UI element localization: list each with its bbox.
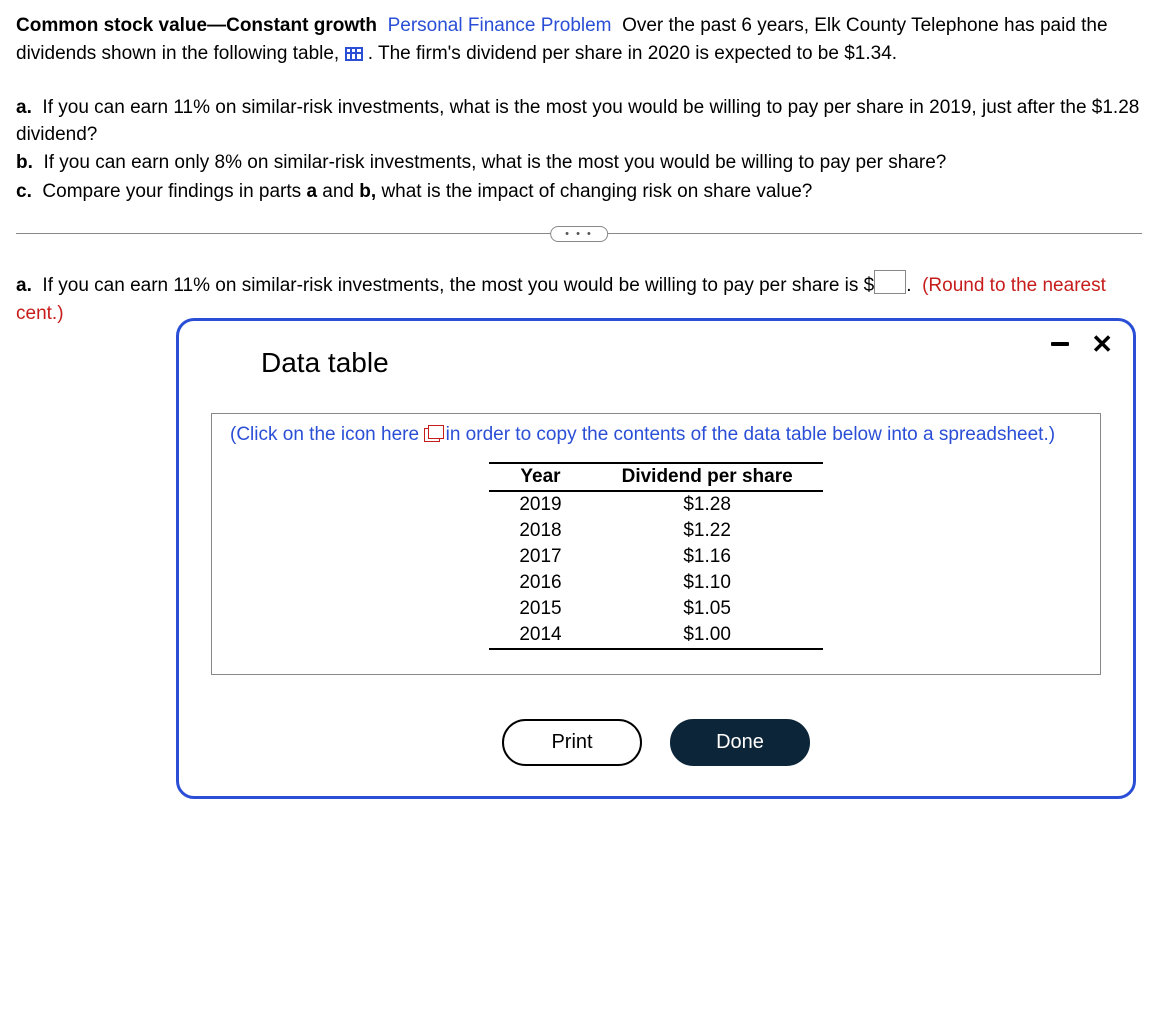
- table-row: 2016$1.10: [489, 570, 822, 596]
- table-row: 2015$1.05: [489, 596, 822, 622]
- table-row: 2017$1.16: [489, 544, 822, 570]
- subtitle: Constant growth: [226, 15, 377, 36]
- col-year: Year: [489, 463, 591, 491]
- close-icon[interactable]: ✕: [1091, 335, 1113, 353]
- table-row: 2014$1.00: [489, 622, 822, 649]
- table-row: 2019$1.28: [489, 491, 822, 518]
- dividend-table: Year Dividend per share 2019$1.28 2018$1…: [489, 462, 822, 650]
- expand-pill[interactable]: • • •: [550, 226, 608, 242]
- done-button[interactable]: Done: [670, 719, 810, 766]
- data-table-modal: ✕ Data table (Click on the icon here in …: [176, 318, 1136, 799]
- print-button[interactable]: Print: [502, 719, 642, 766]
- section-divider: • • •: [16, 233, 1142, 234]
- question-list: a. If you can earn 11% on similar-risk i…: [16, 95, 1142, 205]
- problem-tag: Personal Finance Problem: [388, 15, 612, 36]
- table-row: 2018$1.22: [489, 518, 822, 544]
- table-icon[interactable]: [345, 47, 363, 61]
- problem-statement: Common stock value—Constant growth Perso…: [16, 12, 1142, 67]
- minimize-icon[interactable]: [1051, 342, 1069, 346]
- answer-input-a[interactable]: [874, 270, 906, 294]
- title: Common stock value: [16, 15, 207, 36]
- modal-title: Data table: [261, 347, 1111, 379]
- copy-icon[interactable]: [424, 428, 440, 442]
- modal-body: (Click on the icon here in order to copy…: [211, 413, 1101, 675]
- col-dividend: Dividend per share: [592, 463, 823, 491]
